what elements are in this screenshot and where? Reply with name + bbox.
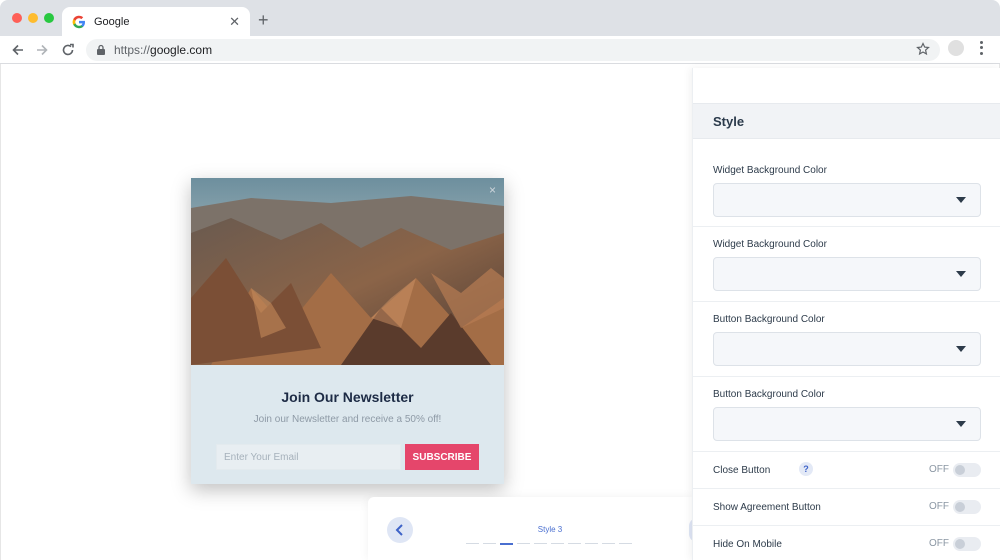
button-bg-color-field-1: Button Background Color	[693, 302, 1000, 377]
style-page-indicator[interactable]	[568, 543, 581, 544]
style-page-indicator[interactable]	[585, 543, 598, 544]
style-selector: Style 3	[368, 497, 697, 560]
email-input[interactable]	[216, 444, 401, 470]
style-page-indicator[interactable]	[551, 543, 564, 544]
url-scheme: https://	[114, 43, 151, 57]
widget-bg-color-field-1: Widget Background Color	[693, 139, 1000, 227]
caret-down-icon	[956, 271, 966, 277]
profile-avatar[interactable]	[948, 40, 964, 56]
style-page-indicator[interactable]	[500, 543, 513, 545]
style-pagination	[466, 543, 632, 545]
panel-header: Style	[693, 103, 1000, 139]
style-page-indicator[interactable]	[517, 543, 530, 544]
newsletter-popup: × Join Our Newsletter Join our Newslette…	[191, 178, 504, 484]
settings-panel: Style Widget Background Color Widget Bac…	[692, 68, 1000, 560]
google-logo-icon	[72, 15, 86, 29]
reload-icon[interactable]	[58, 40, 78, 60]
popup-close-icon[interactable]: ×	[489, 183, 496, 197]
url-host: google.com	[150, 43, 213, 57]
toggle-state: OFF	[929, 501, 949, 512]
style-page-indicator[interactable]	[619, 543, 632, 544]
lock-icon	[96, 44, 106, 56]
toggle-label: Show Agreement Button	[713, 502, 821, 513]
bookmark-star-icon[interactable]	[916, 42, 930, 61]
show-agreement-toggle[interactable]	[953, 500, 981, 514]
tab-title: Google	[94, 15, 130, 28]
mountain-landscape-image	[191, 178, 504, 365]
tab-close-icon[interactable]: ✕	[229, 15, 240, 28]
forward-arrow-icon[interactable]	[32, 40, 52, 60]
show-agreement-row: Show Agreement Button OFF	[693, 489, 1000, 526]
caret-down-icon	[956, 346, 966, 352]
toggle-label: Close Button	[713, 465, 771, 476]
help-icon[interactable]: ?	[799, 462, 813, 476]
style-page-indicator[interactable]	[534, 543, 547, 544]
widget-bg-color-field-2: Widget Background Color	[693, 227, 1000, 302]
field-label: Widget Background Color	[713, 239, 827, 250]
browser-menu-icon[interactable]	[976, 40, 986, 56]
hide-on-mobile-toggle[interactable]	[953, 537, 981, 551]
caret-down-icon	[956, 421, 966, 427]
address-bar[interactable]: https://google.com	[86, 39, 940, 61]
close-button-row: Close Button ? OFF	[693, 452, 1000, 489]
widget-bg-color-select-2[interactable]	[713, 257, 981, 291]
back-arrow-icon[interactable]	[8, 40, 28, 60]
toggle-label: Hide On Mobile	[713, 539, 782, 550]
popup-title: Join Our Newsletter	[281, 389, 414, 405]
style-page-indicator[interactable]	[602, 543, 615, 544]
button-bg-color-select-2[interactable]	[713, 407, 981, 441]
browser-toolbar: https://google.com	[0, 36, 1000, 64]
field-label: Button Background Color	[713, 389, 825, 400]
new-tab-icon[interactable]: +	[258, 11, 269, 29]
widget-bg-color-select-1[interactable]	[713, 183, 981, 217]
panel-title: Style	[713, 113, 745, 129]
field-label: Widget Background Color	[713, 165, 827, 176]
button-bg-color-field-2: Button Background Color	[693, 377, 1000, 452]
close-window-button[interactable]	[12, 13, 22, 23]
field-label: Button Background Color	[713, 314, 825, 325]
button-bg-color-select-1[interactable]	[713, 332, 981, 366]
current-style-label: Style 3	[537, 525, 563, 534]
caret-down-icon	[956, 197, 966, 203]
maximize-window-button[interactable]	[44, 13, 54, 23]
toggle-state: OFF	[929, 464, 949, 475]
popup-subtitle: Join our Newsletter and receive a 50% of…	[253, 414, 442, 425]
subscribe-button[interactable]: SUBSCRIBE	[405, 444, 479, 470]
style-page-indicator[interactable]	[483, 543, 496, 544]
close-button-toggle[interactable]	[953, 463, 981, 477]
toggle-state: OFF	[929, 538, 949, 549]
browser-tab[interactable]: Google ✕	[62, 7, 250, 36]
minimize-window-button[interactable]	[28, 13, 38, 23]
hide-on-mobile-row: Hide On Mobile OFF	[693, 526, 1000, 560]
style-page-indicator[interactable]	[466, 543, 479, 544]
